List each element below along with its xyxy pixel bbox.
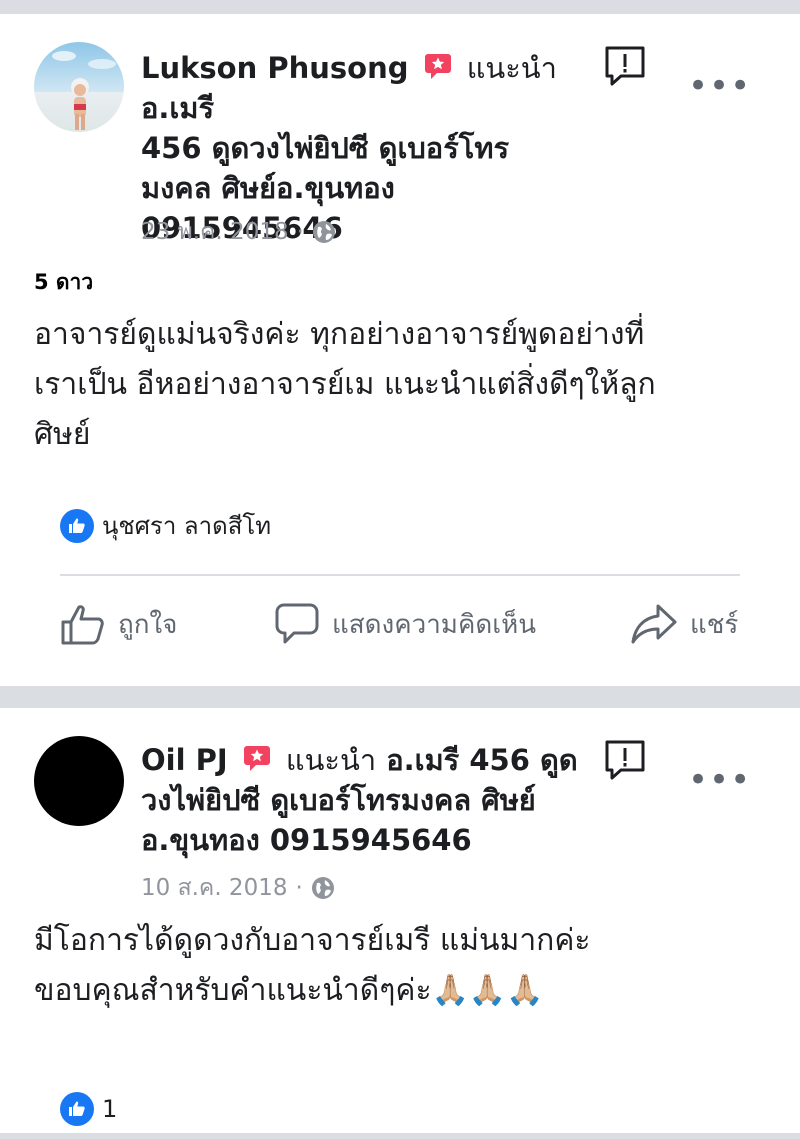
- report-icon[interactable]: [603, 738, 645, 780]
- bottom-divider: [0, 1133, 800, 1139]
- likers-names[interactable]: นุชศรา ลาดสีโท: [102, 506, 271, 545]
- page-name-cont[interactable]: 456 ดูดวงไพ่ยิปซี ดูเบอร์โทร: [141, 131, 509, 165]
- review-line: มีโอการได้ดูดวงกับอาจารย์เมรี แม่นมากค่ะ: [34, 923, 591, 958]
- comment-icon: [275, 603, 319, 644]
- meta-separator: ·: [295, 875, 303, 901]
- review-body: อาจารย์ดูแม่นจริงค่ะ ทุกอย่างอาจารย์พูดอ…: [34, 310, 774, 460]
- share-button[interactable]: แชร์: [630, 602, 738, 646]
- comment-button[interactable]: แสดงความคิดเห็น: [274, 602, 536, 646]
- action-divider: [60, 574, 740, 576]
- review-body: มีโอการได้ดูดวงกับอาจารย์เมรี แม่นมากค่ะ…: [34, 916, 774, 1016]
- avatar[interactable]: [34, 736, 124, 826]
- like-reaction-icon: [60, 508, 94, 543]
- post-date[interactable]: 23 พ.ค. 2018: [141, 214, 289, 250]
- recommends-label: แนะนำ: [466, 51, 557, 85]
- recommends-label: แนะนำ: [285, 743, 377, 777]
- review-post-2: Oil PJ แนะนำ อ.เมรี 456 ดูด วงไพ่ยิปซี ด…: [0, 708, 800, 1133]
- page-name[interactable]: อ.เมรี: [141, 91, 214, 125]
- review-line: เราเป็น อีหอย่างอาจารย์เม แนะนำแต่สิ่งดี…: [34, 367, 656, 402]
- share-label: แชร์: [690, 609, 739, 640]
- post-meta: 23 พ.ค. 2018 ·: [141, 214, 336, 250]
- recommend-badge-icon: [242, 743, 272, 773]
- like-label: ถูกใจ: [118, 609, 178, 640]
- globe-icon: [311, 877, 334, 899]
- page-name-cont[interactable]: วงไพ่ยิปซี ดูเบอร์โทรมงคล ศิษย์: [141, 783, 536, 817]
- page-name[interactable]: อ.เมรี 456 ดูด: [386, 743, 577, 777]
- author-name[interactable]: Lukson Phusong: [141, 51, 408, 85]
- comment-label: แสดงความคิดเห็น: [332, 609, 537, 640]
- like-reaction-icon: [60, 1092, 94, 1126]
- page-name-cont[interactable]: มงคล ศิษย์อ.ขุนทอง: [141, 171, 395, 205]
- top-divider: [0, 0, 800, 14]
- post-header: Oil PJ แนะนำ อ.เมรี 456 ดูด วงไพ่ยิปซี ด…: [141, 740, 591, 860]
- reaction-summary[interactable]: 1: [60, 1092, 117, 1126]
- review-post-1: Lukson Phusong แนะนำ อ.เมรี 456 ดูดวงไพ่…: [0, 14, 800, 686]
- post-meta: 10 ส.ค. 2018 ·: [141, 870, 335, 906]
- like-button[interactable]: ถูกใจ: [60, 602, 177, 646]
- post-separator: [0, 686, 800, 708]
- recommend-badge-icon: [423, 51, 453, 81]
- more-options-icon[interactable]: •••: [688, 69, 751, 103]
- page-name-cont[interactable]: อ.ขุนทอง 0915945646: [141, 823, 472, 857]
- review-line: ศิษย์: [34, 417, 91, 452]
- avatar[interactable]: [34, 42, 124, 132]
- globe-icon: [312, 221, 335, 243]
- report-icon[interactable]: [603, 44, 645, 86]
- like-count[interactable]: 1: [102, 1095, 117, 1123]
- review-line: ขอบคุณสำหรับคำแนะนำดีๆค่ะ🙏🏼🙏🏼🙏🏼: [34, 973, 544, 1008]
- post-date[interactable]: 10 ส.ค. 2018: [141, 870, 287, 906]
- reaction-summary[interactable]: นุชศรา ลาดสีโท: [60, 506, 271, 545]
- share-icon: [631, 604, 677, 644]
- meta-separator: ·: [296, 219, 304, 245]
- thumbs-up-icon: [61, 605, 104, 645]
- star-rating: 5 ดาว: [34, 270, 94, 294]
- review-line: อาจารย์ดูแม่นจริงค่ะ ทุกอย่างอาจารย์พูดอ…: [34, 317, 645, 352]
- more-options-icon[interactable]: •••: [688, 763, 751, 797]
- author-name[interactable]: Oil PJ: [141, 743, 228, 777]
